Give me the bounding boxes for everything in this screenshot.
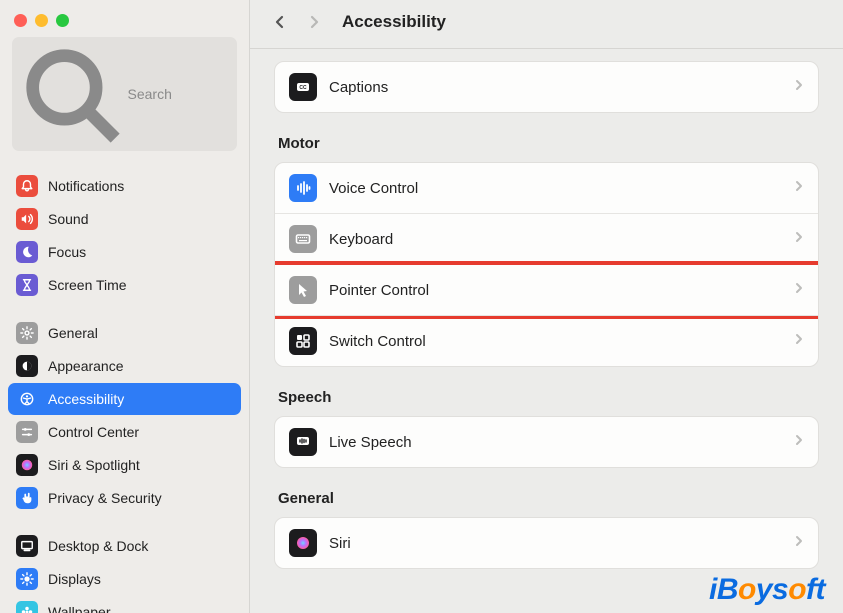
captions-icon: CC [289, 73, 317, 101]
sidebar-item-siri-spotlight[interactable]: Siri & Spotlight [8, 449, 241, 481]
sidebar-item-notifications[interactable]: Notifications [8, 170, 241, 202]
sidebar-item-focus[interactable]: Focus [8, 236, 241, 268]
accessibility-icon [16, 388, 38, 410]
content-area: CC Captions Motor Voice Control Keyboard Poin… [250, 49, 843, 613]
close-window-button[interactable] [14, 14, 27, 27]
minimize-window-button[interactable] [35, 14, 48, 27]
chevron-right-icon [794, 281, 804, 300]
sidebar-item-displays[interactable]: Displays [8, 563, 241, 595]
sidebar-item-accessibility[interactable]: Accessibility [8, 383, 241, 415]
settings-panel: Siri [274, 517, 819, 569]
row-pointer-control[interactable]: Pointer Control [275, 264, 818, 315]
sidebar-item-control-center[interactable]: Control Center [8, 416, 241, 448]
sidebar-item-privacy-security[interactable]: Privacy & Security [8, 482, 241, 514]
search-container [0, 37, 249, 163]
sidebar-item-label: Siri & Spotlight [48, 457, 140, 473]
forward-button[interactable] [302, 10, 326, 34]
sidebar-item-label: Sound [48, 211, 88, 227]
row-siri[interactable]: Siri [275, 518, 818, 568]
flower-icon [16, 601, 38, 613]
sidebar-item-sound[interactable]: Sound [8, 203, 241, 235]
row-label: Live Speech [329, 434, 412, 451]
chevron-right-icon [794, 534, 804, 553]
hourglass-icon [16, 274, 38, 296]
row-label: Keyboard [329, 231, 393, 248]
sun-icon [16, 568, 38, 590]
search-input[interactable] [128, 86, 230, 102]
sidebar-item-screen-time[interactable]: Screen Time [8, 269, 241, 301]
sidebar-item-appearance[interactable]: Appearance [8, 350, 241, 382]
sidebar-item-label: Privacy & Security [48, 490, 162, 506]
pointer-icon [289, 276, 317, 304]
sidebar-item-general[interactable]: General [8, 317, 241, 349]
switch-icon [289, 327, 317, 355]
row-voice-control[interactable]: Voice Control [275, 163, 818, 213]
row-keyboard[interactable]: Keyboard [275, 213, 818, 264]
livespeech-icon [289, 428, 317, 456]
row-label: Siri [329, 535, 351, 552]
gear-icon [16, 322, 38, 344]
row-label: Pointer Control [329, 282, 429, 299]
row-label: Switch Control [329, 333, 426, 350]
sidebar-item-label: Wallpaper [48, 604, 111, 613]
sidebar-item-wallpaper[interactable]: Wallpaper [8, 596, 241, 613]
toolbar: Accessibility [250, 0, 843, 49]
back-button[interactable] [268, 10, 292, 34]
speaker-icon [16, 208, 38, 230]
row-label: Voice Control [329, 180, 418, 197]
main-panel: Accessibility CC Captions Motor Voice Contr… [250, 0, 843, 613]
voice-icon [289, 174, 317, 202]
sidebar-item-label: Control Center [48, 424, 139, 440]
chevron-right-icon [794, 230, 804, 249]
sidebar-item-label: Screen Time [48, 277, 127, 293]
settings-panel: Live Speech [274, 416, 819, 468]
chevron-right-icon [794, 332, 804, 351]
hand-icon [16, 487, 38, 509]
window-controls [0, 0, 249, 37]
bell-icon [16, 175, 38, 197]
siri-color-icon [289, 529, 317, 557]
fullscreen-window-button[interactable] [56, 14, 69, 27]
chevron-right-icon [794, 78, 804, 97]
sidebar-item-label: Focus [48, 244, 86, 260]
appearance-icon [16, 355, 38, 377]
chevron-right-icon [794, 433, 804, 452]
row-captions[interactable]: CC Captions [275, 62, 818, 112]
page-title: Accessibility [342, 12, 446, 32]
svg-text:CC: CC [299, 85, 307, 91]
sidebar-item-label: General [48, 325, 98, 341]
search-icon [20, 43, 122, 145]
settings-panel: CC Captions [274, 61, 819, 113]
sidebar-item-label: Desktop & Dock [48, 538, 148, 554]
sidebar-item-label: Appearance [48, 358, 124, 374]
row-switch-control[interactable]: Switch Control [275, 315, 818, 366]
sidebar-list: Notifications Sound Focus Screen Time Genera… [0, 163, 249, 613]
sidebar-item-desktop-dock[interactable]: Desktop & Dock [8, 530, 241, 562]
settings-panel: Voice Control Keyboard Pointer Control Swit… [274, 162, 819, 367]
moon-icon [16, 241, 38, 263]
chevron-right-icon [794, 179, 804, 198]
sidebar-item-label: Notifications [48, 178, 124, 194]
row-live-speech[interactable]: Live Speech [275, 417, 818, 467]
row-label: Captions [329, 79, 388, 96]
sidebar-item-label: Displays [48, 571, 101, 587]
section-label-general: General [278, 490, 815, 507]
sidebar-item-label: Accessibility [48, 391, 124, 407]
chevron-left-icon [272, 14, 288, 30]
siri-icon [16, 454, 38, 476]
section-label-speech: Speech [278, 389, 815, 406]
sidebar: Notifications Sound Focus Screen Time Genera… [0, 0, 250, 613]
chevron-right-icon [306, 14, 322, 30]
keyboard-icon [289, 225, 317, 253]
dock-icon [16, 535, 38, 557]
section-label-motor: Motor [278, 135, 815, 152]
sliders-icon [16, 421, 38, 443]
search-field[interactable] [12, 37, 237, 151]
